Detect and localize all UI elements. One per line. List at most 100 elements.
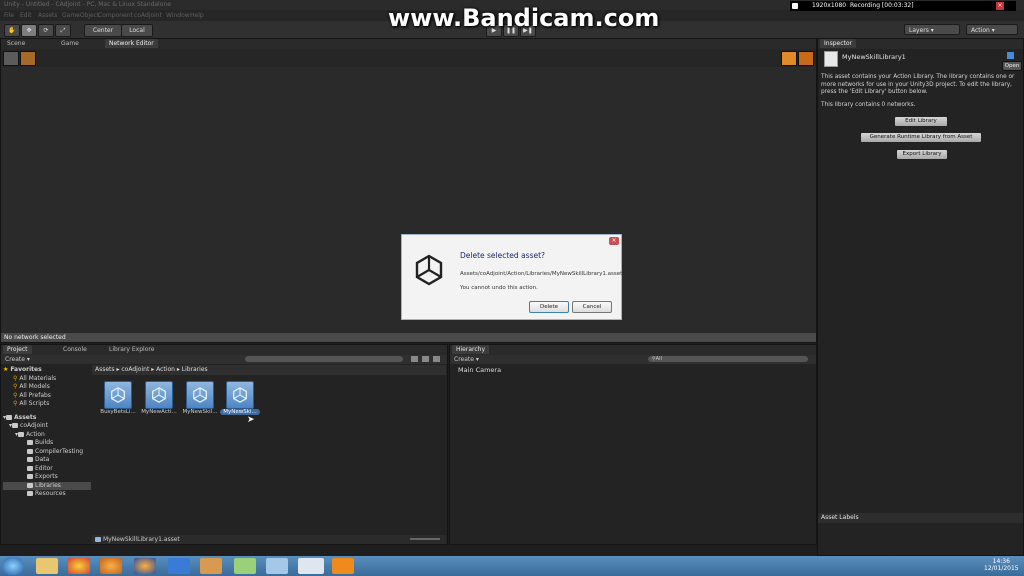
archive-icon[interactable] xyxy=(200,558,222,574)
messenger-icon[interactable] xyxy=(168,558,190,574)
folder-data[interactable]: Data xyxy=(3,456,91,465)
edit-library-button[interactable]: Edit Library xyxy=(894,116,948,127)
folder-builds[interactable]: Builds xyxy=(3,439,91,448)
menu-gameobject[interactable]: GameObject xyxy=(62,10,99,21)
folder-label: coAdjoint xyxy=(20,422,48,429)
project-status-bar: MyNewSkillLibrary1.asset xyxy=(92,535,446,544)
layers-dropdown[interactable]: Layers ▾ xyxy=(904,24,960,35)
layout-dropdown[interactable]: Action ▾ xyxy=(966,24,1018,35)
folder-editor[interactable]: Editor xyxy=(3,465,91,474)
close-icon[interactable]: × xyxy=(996,2,1004,10)
asset-item[interactable]: MyNewActi... xyxy=(139,381,179,415)
scale-tool-button[interactable]: ⤢ xyxy=(55,24,71,37)
menu-edit[interactable]: Edit xyxy=(20,10,32,21)
favorite-star-icon[interactable] xyxy=(433,356,440,362)
folder-exports[interactable]: Exports xyxy=(3,473,91,482)
menu-assets[interactable]: Assets xyxy=(38,10,58,21)
tab-library-explore[interactable]: Library Explore xyxy=(105,345,158,354)
asset-file-icon xyxy=(95,537,101,542)
favorite-all-models[interactable]: ⚲ All Models xyxy=(3,383,91,392)
window-title: Unity - Untitled - CAdjoint - PC, Mac & … xyxy=(4,1,171,8)
tab-scene[interactable]: Scene xyxy=(3,39,29,48)
favorite-all-scripts[interactable]: ⚲ All Scripts xyxy=(3,400,91,409)
star-icon: ★ xyxy=(3,366,9,373)
menu-help[interactable]: Help xyxy=(190,10,204,21)
favorite-all-materials[interactable]: ⚲ All Materials xyxy=(3,375,91,384)
tab-network-editor[interactable]: Network Editor xyxy=(105,39,158,48)
folder-libraries[interactable]: Libraries xyxy=(3,481,91,490)
help-icon[interactable] xyxy=(1007,52,1014,59)
hierarchy-search-placeholder: All xyxy=(655,356,662,362)
bandicam-icon xyxy=(792,3,798,9)
vlc-icon[interactable] xyxy=(332,558,354,574)
project-create-button[interactable]: Create ▾ xyxy=(5,356,30,363)
chrome-icon[interactable] xyxy=(68,558,90,574)
folder-icon xyxy=(27,474,33,479)
folder-icon xyxy=(6,414,13,420)
folder-icon xyxy=(27,482,33,488)
system-clock[interactable]: 14:36 12/01/2015 xyxy=(984,558,1019,572)
run-icon[interactable] xyxy=(781,51,797,66)
favorites-header[interactable]: ★ Favorites xyxy=(3,366,91,375)
filter-type-icon[interactable] xyxy=(411,356,418,362)
folder-action[interactable]: ▾ Action xyxy=(3,431,91,440)
open-button[interactable]: Open xyxy=(1002,61,1022,71)
export-library-button[interactable]: Export Library xyxy=(896,149,948,160)
explorer-icon[interactable] xyxy=(36,558,58,574)
clock-date: 12/01/2015 xyxy=(984,565,1019,572)
breadcrumb-action[interactable]: Action xyxy=(156,366,175,373)
network-tool-icon[interactable] xyxy=(3,51,19,66)
favorite-all-prefabs[interactable]: ⚲ All Prefabs xyxy=(3,392,91,401)
menu-window[interactable]: Window xyxy=(166,10,190,21)
icon-size-slider[interactable] xyxy=(410,538,440,540)
tab-inspector[interactable]: Inspector xyxy=(820,39,856,48)
folder-icon xyxy=(12,423,19,428)
breadcrumb-assets[interactable]: Assets xyxy=(95,366,115,373)
asset-item[interactable]: MyNewSkil... xyxy=(180,381,220,415)
mouse-cursor-icon: ➤ xyxy=(247,415,255,425)
dialog-path: Assets/coAdjoint/Action/Libraries/MyNewS… xyxy=(460,271,623,277)
network-icon[interactable] xyxy=(266,558,288,574)
generate-runtime-button[interactable]: Generate Runtime Library from Asset xyxy=(860,132,982,143)
pivot-local-button[interactable]: Local xyxy=(121,24,153,37)
asset-item-selected[interactable]: MyNewSki... xyxy=(220,381,260,415)
add-node-icon[interactable] xyxy=(20,51,36,66)
hand-tool-button[interactable]: ✋ xyxy=(4,24,20,37)
project-toolbar: Create ▾ xyxy=(1,355,447,364)
menu-file[interactable]: File xyxy=(4,10,14,21)
firefox-icon[interactable] xyxy=(134,558,156,574)
breadcrumb-libraries[interactable]: Libraries xyxy=(182,366,208,373)
delete-button[interactable]: Delete xyxy=(529,301,569,313)
pivot-center-button[interactable]: Center xyxy=(84,24,122,37)
folder-compilertesting[interactable]: CompilerTesting xyxy=(3,448,91,457)
rotate-tool-button[interactable]: ⟳ xyxy=(38,24,54,37)
filter-label-icon[interactable] xyxy=(422,356,429,362)
dialog-close-icon[interactable]: × xyxy=(609,237,619,245)
tab-hierarchy[interactable]: Hierarchy xyxy=(452,345,490,354)
unity-taskbar-icon[interactable] xyxy=(298,558,324,574)
menu-component[interactable]: Component xyxy=(98,10,133,21)
tab-game[interactable]: Game xyxy=(57,39,83,48)
assets-root[interactable]: ▾ Assets xyxy=(3,414,91,423)
cancel-button[interactable]: Cancel xyxy=(572,301,612,313)
folder-label: Resources xyxy=(35,490,66,497)
menu-coadjoint[interactable]: coAdjoint xyxy=(134,10,162,21)
breadcrumb-coadjoint[interactable]: coAdjoint xyxy=(121,366,149,373)
move-tool-button[interactable]: ✥ xyxy=(21,24,37,37)
hierarchy-create-button[interactable]: Create ▾ xyxy=(454,356,479,363)
paint-icon[interactable] xyxy=(234,558,256,574)
network-count: This library contains 0 networks. xyxy=(821,102,916,108)
pause-network-icon[interactable] xyxy=(798,51,814,66)
hierarchy-search-input[interactable]: ⚲All xyxy=(648,356,808,362)
start-button[interactable] xyxy=(2,557,24,575)
tab-project[interactable]: Project xyxy=(3,345,32,354)
asset-item[interactable]: BusyBetsLi... xyxy=(98,381,138,415)
media-player-icon[interactable] xyxy=(100,558,122,574)
project-search-input[interactable] xyxy=(245,356,403,362)
tab-console[interactable]: Console xyxy=(59,345,91,354)
hierarchy-item-main-camera[interactable]: Main Camera xyxy=(458,366,501,374)
folder-coadjoint[interactable]: ▾ coAdjoint xyxy=(3,422,91,431)
folder-icon xyxy=(18,431,25,437)
asset-labels-bar[interactable]: Asset Labels xyxy=(818,513,1023,523)
folder-resources[interactable]: Resources xyxy=(3,490,91,499)
